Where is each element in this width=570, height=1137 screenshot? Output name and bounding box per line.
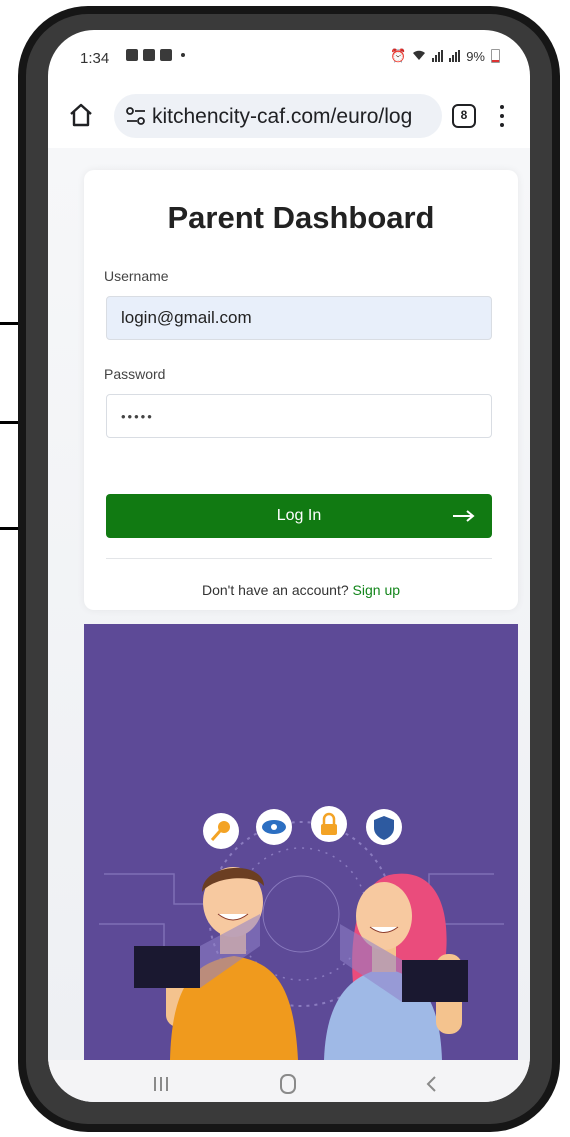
- eye-icon: [256, 809, 292, 845]
- lock-icon: [311, 806, 347, 842]
- check-notification-icon: [143, 49, 155, 61]
- battery-icon: [491, 49, 500, 63]
- navigation-bar: [48, 1060, 530, 1102]
- face-recognition-illustration: [99, 806, 504, 1060]
- signal-icon: [432, 50, 444, 62]
- username-input[interactable]: [106, 296, 492, 340]
- login-card: Parent Dashboard Username Password Log I…: [84, 170, 518, 610]
- image-notification-icon: [126, 49, 138, 61]
- url-text[interactable]: kitchencity-caf.com/euro/log: [152, 105, 434, 129]
- signal-2-icon: [449, 50, 461, 62]
- back-icon[interactable]: [424, 1075, 438, 1093]
- page-title: Parent Dashboard: [167, 200, 435, 235]
- tune-icon[interactable]: [126, 107, 146, 125]
- login-button-label: Log In: [276, 507, 322, 524]
- status-bar: 1:34 ⏰ 9%: [48, 30, 530, 82]
- username-label: Username: [104, 268, 169, 284]
- tabs-counter-button[interactable]: 8: [452, 104, 476, 128]
- home-icon[interactable]: [68, 102, 94, 128]
- more-notifications-icon: [181, 53, 185, 57]
- divider: [106, 558, 492, 559]
- password-label: Password: [104, 366, 166, 382]
- login-button[interactable]: Log In: [106, 494, 492, 538]
- browser-toolbar: kitchencity-caf.com/euro/log 8: [48, 84, 530, 148]
- signup-row: Don't have an account? Sign up: [84, 582, 518, 598]
- promo-illustration: [84, 624, 518, 1060]
- status-time: 1:34: [80, 50, 110, 67]
- wifi-icon: [412, 49, 426, 64]
- notification-icons: [126, 49, 185, 61]
- more-vert-icon[interactable]: [494, 102, 510, 130]
- man-figure: [134, 867, 298, 1060]
- web-page: Parent Dashboard Username Password Log I…: [48, 148, 530, 1060]
- nav-home-icon[interactable]: [280, 1074, 296, 1094]
- arrow-right-icon: [453, 510, 475, 522]
- alarm-icon: ⏰: [390, 48, 407, 63]
- woman-figure: [324, 873, 468, 1060]
- phone-screen: 1:34 ⏰ 9% kitchencity-caf.com/euro/log 8…: [48, 30, 530, 1102]
- password-input[interactable]: [106, 394, 492, 438]
- recents-icon[interactable]: [152, 1075, 170, 1093]
- battery-percent: 9%: [466, 48, 485, 64]
- address-bar[interactable]: kitchencity-caf.com/euro/log: [114, 94, 442, 138]
- system-icons: ⏰ 9%: [390, 48, 500, 64]
- signup-prompt: Don't have an account?: [201, 582, 349, 598]
- signup-link[interactable]: Sign up: [353, 582, 400, 598]
- shield-icon: [366, 809, 402, 845]
- key-icon: [203, 813, 239, 849]
- bag-notification-icon: [160, 49, 172, 61]
